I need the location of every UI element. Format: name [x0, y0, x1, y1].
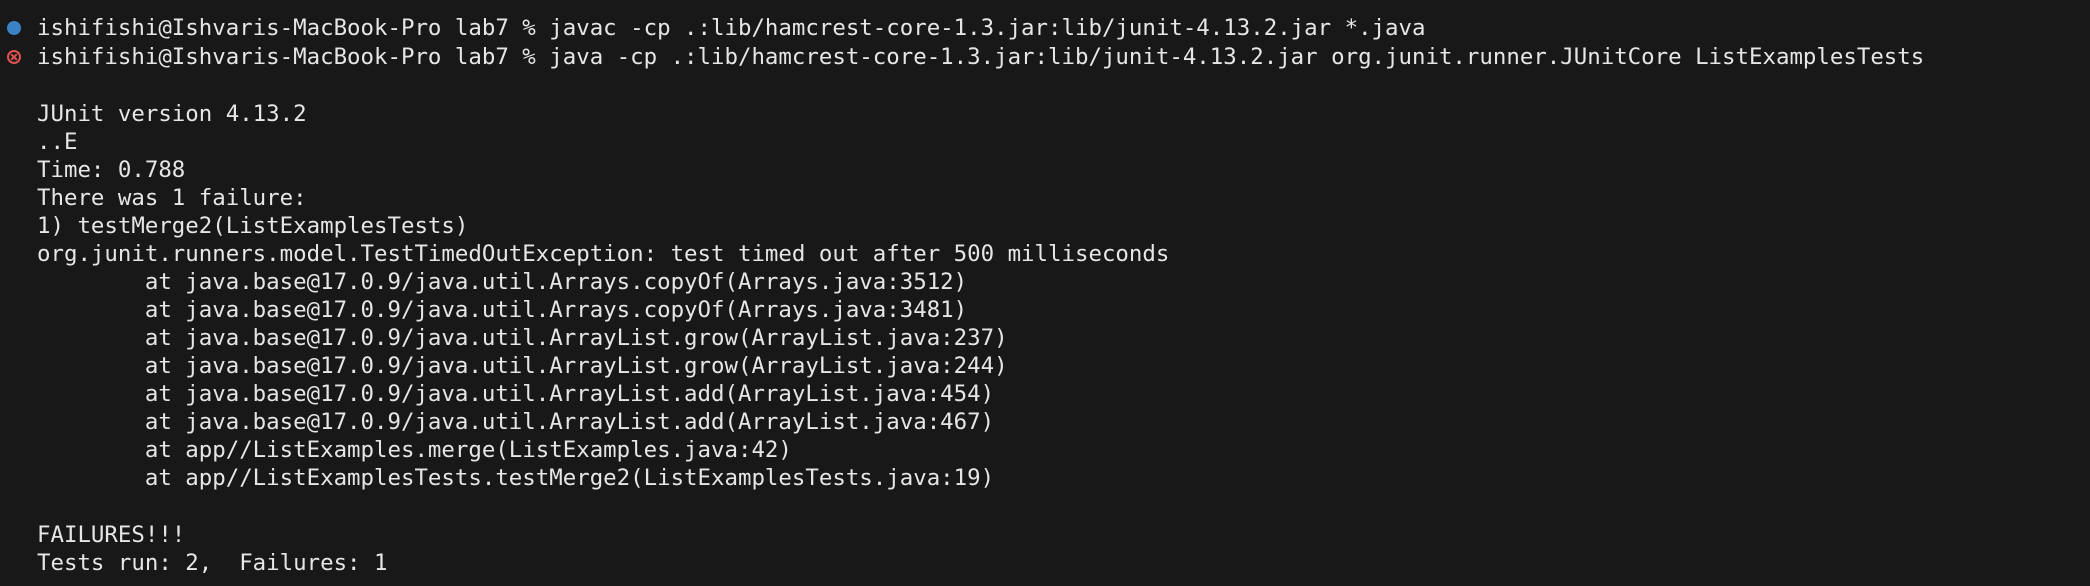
blue-dot-icon: [7, 21, 21, 35]
command-line-java-junit: ishifishi@Ishvaris-MacBook-Pro lab7 % ja…: [37, 44, 1925, 70]
junit-version-text: JUnit version 4.13.2: [37, 101, 307, 127]
failures-banner-text: FAILURES!!!: [37, 522, 186, 548]
stack-trace-line: at java.base@17.0.9/java.util.Arrays.cop…: [37, 269, 968, 295]
exception-text: org.junit.runners.model.TestTimedOutExce…: [37, 241, 1170, 267]
terminal-window[interactable]: ishifishi@Ishvaris-MacBook-Pro lab7 % ja…: [0, 0, 2090, 586]
test-progress-text: ..E: [37, 129, 78, 155]
stack-trace-line: at java.base@17.0.9/java.util.ArrayList.…: [37, 325, 1008, 351]
failure-summary-text: There was 1 failure:: [37, 185, 307, 211]
test-result-text: Tests run: 2, Failures: 1: [37, 550, 388, 576]
time-text: Time: 0.788: [37, 157, 186, 183]
command-line-javac: ishifishi@Ishvaris-MacBook-Pro lab7 % ja…: [37, 15, 1426, 41]
error-circle-icon: [7, 50, 21, 64]
failure-title-text: 1) testMerge2(ListExamplesTests): [37, 213, 469, 239]
stack-trace-line: at java.base@17.0.9/java.util.Arrays.cop…: [37, 297, 968, 323]
stack-trace-line: at java.base@17.0.9/java.util.ArrayList.…: [37, 409, 995, 435]
stack-trace-line: at app//ListExamplesTests.testMerge2(Lis…: [37, 465, 995, 491]
stack-trace-line: at java.base@17.0.9/java.util.ArrayList.…: [37, 381, 995, 407]
stack-trace-line: at app//ListExamples.merge(ListExamples.…: [37, 437, 792, 463]
stack-trace-line: at java.base@17.0.9/java.util.ArrayList.…: [37, 353, 1008, 379]
